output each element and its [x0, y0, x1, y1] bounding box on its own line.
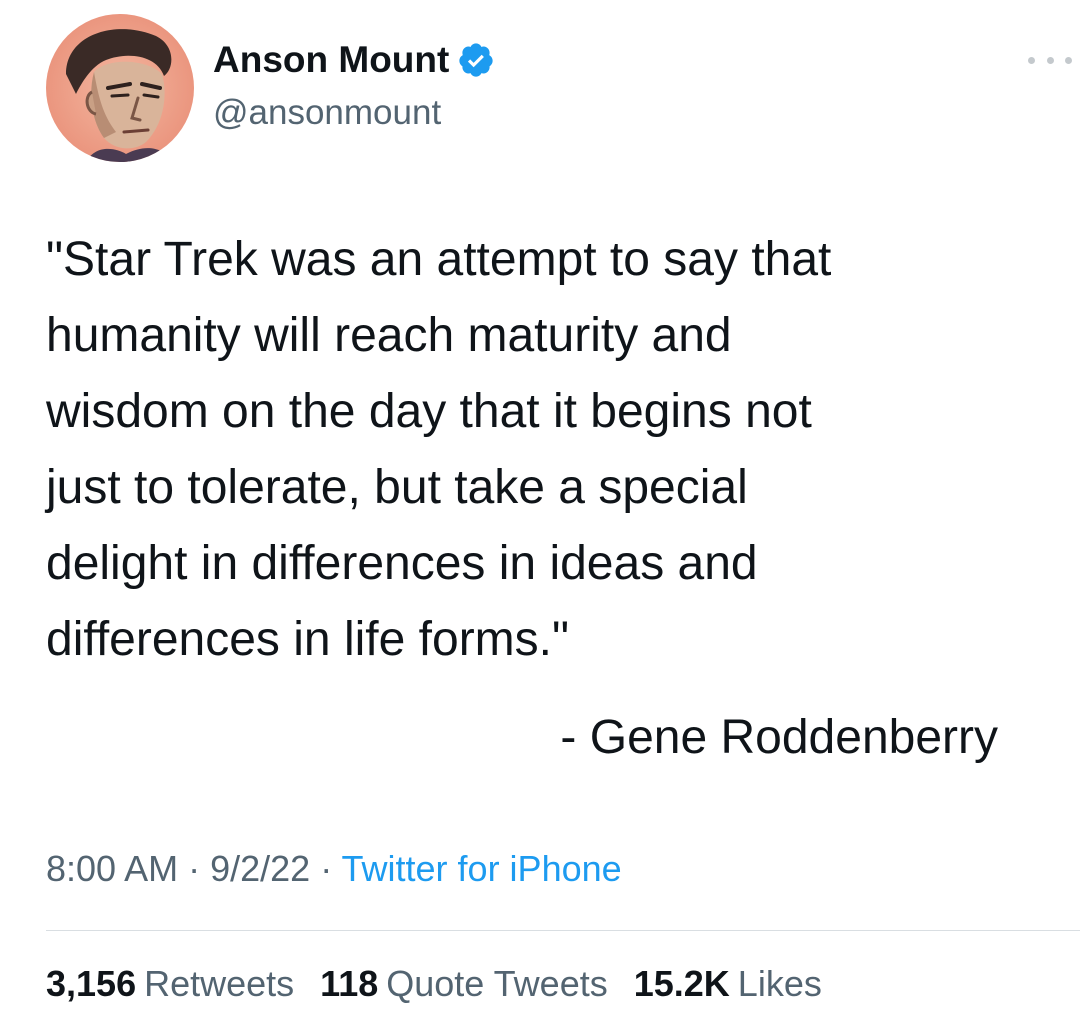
more-options-icon[interactable] — [1028, 48, 1072, 72]
tweet-text: "Star Trek was an attempt to say that hu… — [46, 233, 832, 666]
meta-separator: · — [310, 848, 342, 889]
avatar[interactable] — [46, 14, 194, 162]
divider — [46, 930, 1080, 931]
quote-tweets-count: 118 — [320, 963, 379, 1004]
quote-tweets-stat[interactable]: 118 Quote Tweets — [320, 958, 608, 1010]
tweet-time[interactable]: 8:00 AM — [46, 848, 178, 889]
meta-separator: · — [178, 848, 211, 889]
dot — [1065, 56, 1072, 64]
author-name[interactable]: Anson Mount — [213, 38, 495, 82]
likes-stat[interactable]: 15.2K Likes — [634, 958, 822, 1010]
engagement-stats: 3,156 Retweets 118 Quote Tweets 15.2K Likes — [46, 958, 822, 1010]
tweet-date[interactable]: 9/2/22 — [210, 848, 310, 889]
profile-illustration-icon — [46, 14, 194, 162]
quote-attribution: - Gene Roddenberry — [560, 711, 998, 764]
dot — [1028, 56, 1035, 64]
likes-label: Likes — [737, 963, 822, 1004]
quote-tweets-label: Quote Tweets — [386, 963, 608, 1004]
dot — [1046, 56, 1054, 64]
retweets-label: Retweets — [144, 963, 295, 1004]
retweets-count: 3,156 — [46, 963, 137, 1004]
tweet-meta: 8:00 AM · 9/2/22 · Twitter for iPhone — [46, 843, 622, 895]
author-name-text: Anson Mount — [213, 39, 450, 80]
likes-count: 15.2K — [633, 963, 730, 1004]
retweets-stat[interactable]: 3,156 Retweets — [46, 958, 294, 1010]
verified-badge-icon — [459, 43, 493, 77]
author-handle[interactable]: @ansonmount — [213, 92, 441, 134]
tweet-source-link[interactable]: Twitter for iPhone — [342, 848, 622, 889]
tweet-card: Anson Mount @ansonmount "Star Trek was a… — [0, 0, 1080, 1021]
